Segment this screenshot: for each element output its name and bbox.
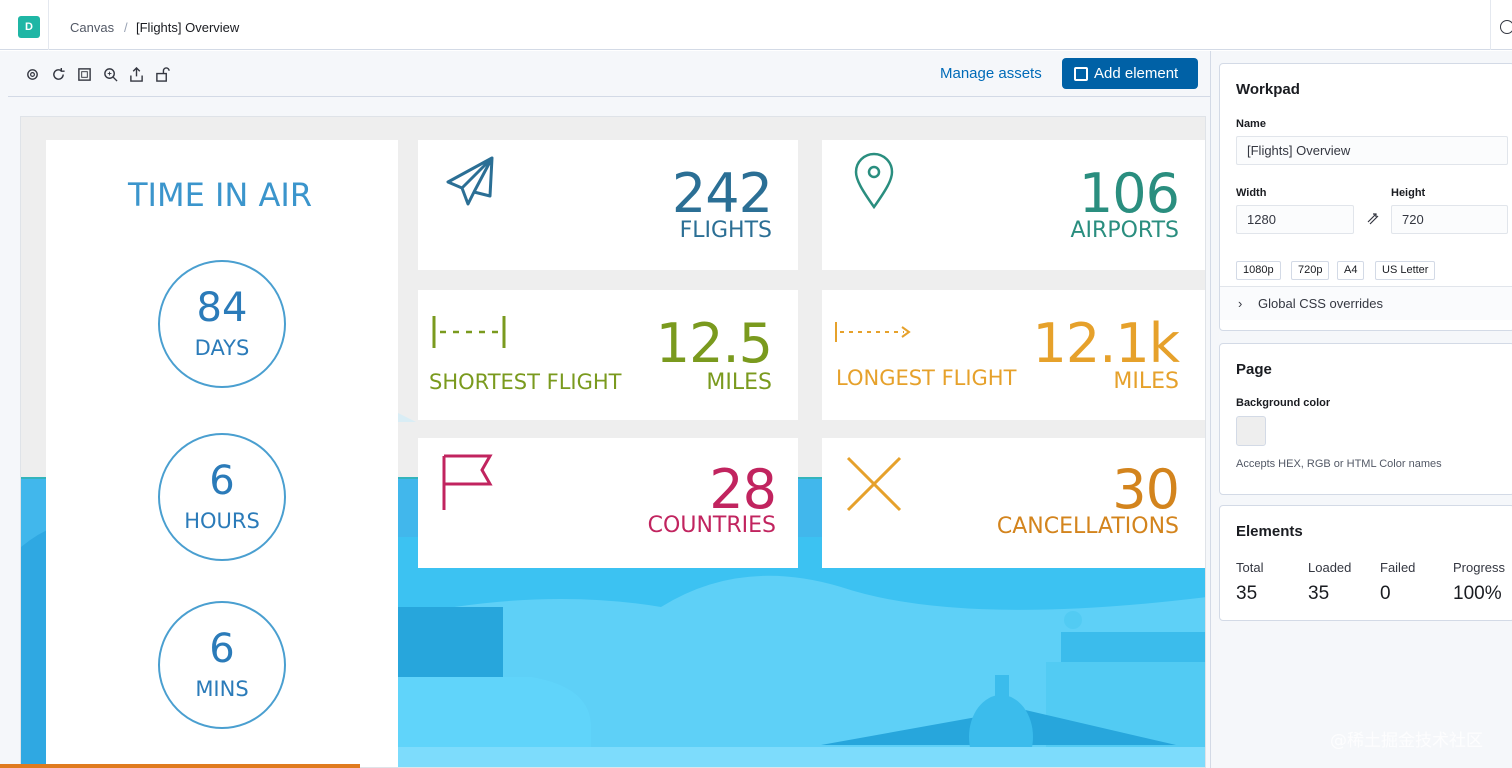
airports-value: 106: [1078, 162, 1180, 225]
width-field[interactable]: 1280: [1236, 205, 1354, 234]
page-title: Page: [1236, 361, 1272, 378]
name-field[interactable]: [Flights] Overview: [1236, 136, 1508, 165]
page-panel: Page Background color Accepts HEX, RGB o…: [1219, 343, 1512, 495]
countries-card[interactable]: 28 COUNTRIES: [418, 438, 798, 568]
breadcrumb-canvas[interactable]: Canvas: [70, 20, 114, 35]
time-in-air-card[interactable]: TIME IN AIR 84 DAYS 6 HOURS 6 MINS: [46, 140, 398, 767]
swap-dimensions-icon[interactable]: [1366, 212, 1380, 226]
long-distance-icon: [835, 322, 911, 342]
lock-icon[interactable]: [155, 67, 170, 82]
top-bar: D Canvas / [Flights] Overview: [0, 0, 1512, 50]
breadcrumb-workpad: [Flights] Overview: [136, 20, 240, 35]
hours-circle: 6 HOURS: [158, 433, 286, 561]
workpad-title: Workpad: [1236, 81, 1300, 98]
loaded-value: 35: [1308, 583, 1330, 604]
longest-flight-unit: MILES: [1113, 369, 1179, 394]
workpad-panel: Workpad Name [Flights] Overview Width 12…: [1219, 63, 1512, 331]
progress-value: 100%: [1453, 583, 1502, 604]
countries-label: COUNTRIES: [647, 513, 776, 538]
loaded-label: Loaded: [1308, 560, 1352, 575]
globe-icon[interactable]: [1500, 20, 1512, 34]
map-pin-icon: [854, 152, 894, 210]
longest-flight-caption: LONGEST FLIGHT: [836, 366, 1017, 390]
divider: [48, 0, 49, 50]
time-in-air-title: TIME IN AIR: [128, 176, 313, 214]
mins-value: 6: [209, 626, 235, 672]
sidebar: Workpad Name [Flights] Overview Width 12…: [1210, 51, 1512, 768]
elements-panel: Elements Total 35 Loaded 35 Failed 0 Pro…: [1219, 505, 1512, 621]
preset-720p[interactable]: 720p: [1291, 261, 1330, 280]
app-logo[interactable]: D: [18, 16, 40, 38]
days-label: DAYS: [194, 336, 250, 360]
global-css-overrides-toggle[interactable]: › Global CSS overrides: [1220, 286, 1512, 320]
loading-progress-bar: [0, 764, 360, 768]
flights-card[interactable]: 242 FLIGHTS: [418, 140, 798, 270]
cancellations-card[interactable]: 30 CANCELLATIONS: [822, 438, 1205, 568]
mins-label: MINS: [195, 677, 249, 701]
height-field[interactable]: 720: [1391, 205, 1508, 234]
shortest-flight-card[interactable]: SHORTEST FLIGHT 12.5 MILES: [418, 290, 798, 420]
element-icon: [1074, 66, 1088, 81]
hours-value: 6: [209, 458, 235, 504]
refresh-icon[interactable]: [51, 67, 66, 82]
failed-label: Failed: [1380, 560, 1416, 575]
failed-value: 0: [1380, 583, 1391, 604]
preset-a4[interactable]: A4: [1337, 261, 1365, 280]
mins-circle: 6 MINS: [158, 601, 286, 729]
breadcrumb-separator: /: [124, 20, 128, 35]
flights-value: 242: [671, 162, 773, 225]
fullscreen-icon[interactable]: [77, 67, 92, 82]
days-circle: 84 DAYS: [158, 260, 286, 388]
elements-title: Elements: [1236, 523, 1303, 540]
name-label: Name: [1236, 118, 1266, 130]
airports-card[interactable]: 106 AIRPORTS: [822, 140, 1205, 270]
add-element-button[interactable]: Add element: [1062, 58, 1198, 89]
hours-label: HOURS: [184, 509, 260, 533]
shortest-flight-value: 12.5: [655, 312, 773, 375]
flights-label: FLIGHTS: [679, 218, 772, 243]
cancellations-value: 30: [1112, 458, 1180, 521]
workpad-toolbar: Manage assets Add element: [8, 51, 1210, 97]
shortest-flight-unit: MILES: [706, 370, 772, 395]
background-color-swatch[interactable]: [1236, 416, 1266, 446]
days-value: 84: [196, 285, 248, 331]
divider: [1490, 0, 1491, 50]
countries-value: 28: [709, 458, 777, 521]
workpad-canvas[interactable]: TIME IN AIR 84 DAYS 6 HOURS 6 MINS 242 F…: [20, 116, 1206, 768]
shortest-flight-caption: SHORTEST FLIGHT: [429, 370, 622, 394]
total-label: Total: [1236, 560, 1264, 575]
progress-label: Progress: [1453, 560, 1506, 575]
preset-us-letter[interactable]: US Letter: [1375, 261, 1436, 280]
manage-assets-link[interactable]: Manage assets: [940, 65, 1042, 82]
airplane-icon: [446, 156, 494, 206]
global-css-overrides-label: Global CSS overrides: [1258, 296, 1383, 311]
add-element-label: Add element: [1094, 65, 1179, 82]
watermark: @稀土掘金技术社区: [1330, 731, 1483, 751]
share-icon[interactable]: [129, 67, 144, 82]
longest-flight-value: 12.1k: [1032, 312, 1180, 375]
background-color-hint: Accepts HEX, RGB or HTML Color names: [1236, 458, 1442, 470]
cancellations-label: CANCELLATIONS: [996, 514, 1179, 539]
flag-icon: [442, 454, 493, 510]
longest-flight-card[interactable]: LONGEST FLIGHT 12.1k MILES: [822, 290, 1205, 420]
width-label: Width: [1236, 187, 1267, 199]
chevron-right-icon: ›: [1238, 296, 1243, 311]
background-color-label: Background color: [1236, 397, 1331, 409]
height-label: Height: [1391, 187, 1426, 199]
cross-icon: [846, 456, 902, 512]
zoom-icon[interactable]: [103, 67, 118, 82]
total-value: 35: [1236, 583, 1258, 604]
airports-label: AIRPORTS: [1070, 218, 1180, 243]
short-distance-icon: [432, 316, 506, 348]
preset-1080p[interactable]: 1080p: [1236, 261, 1281, 280]
gear-icon[interactable]: [25, 67, 40, 82]
